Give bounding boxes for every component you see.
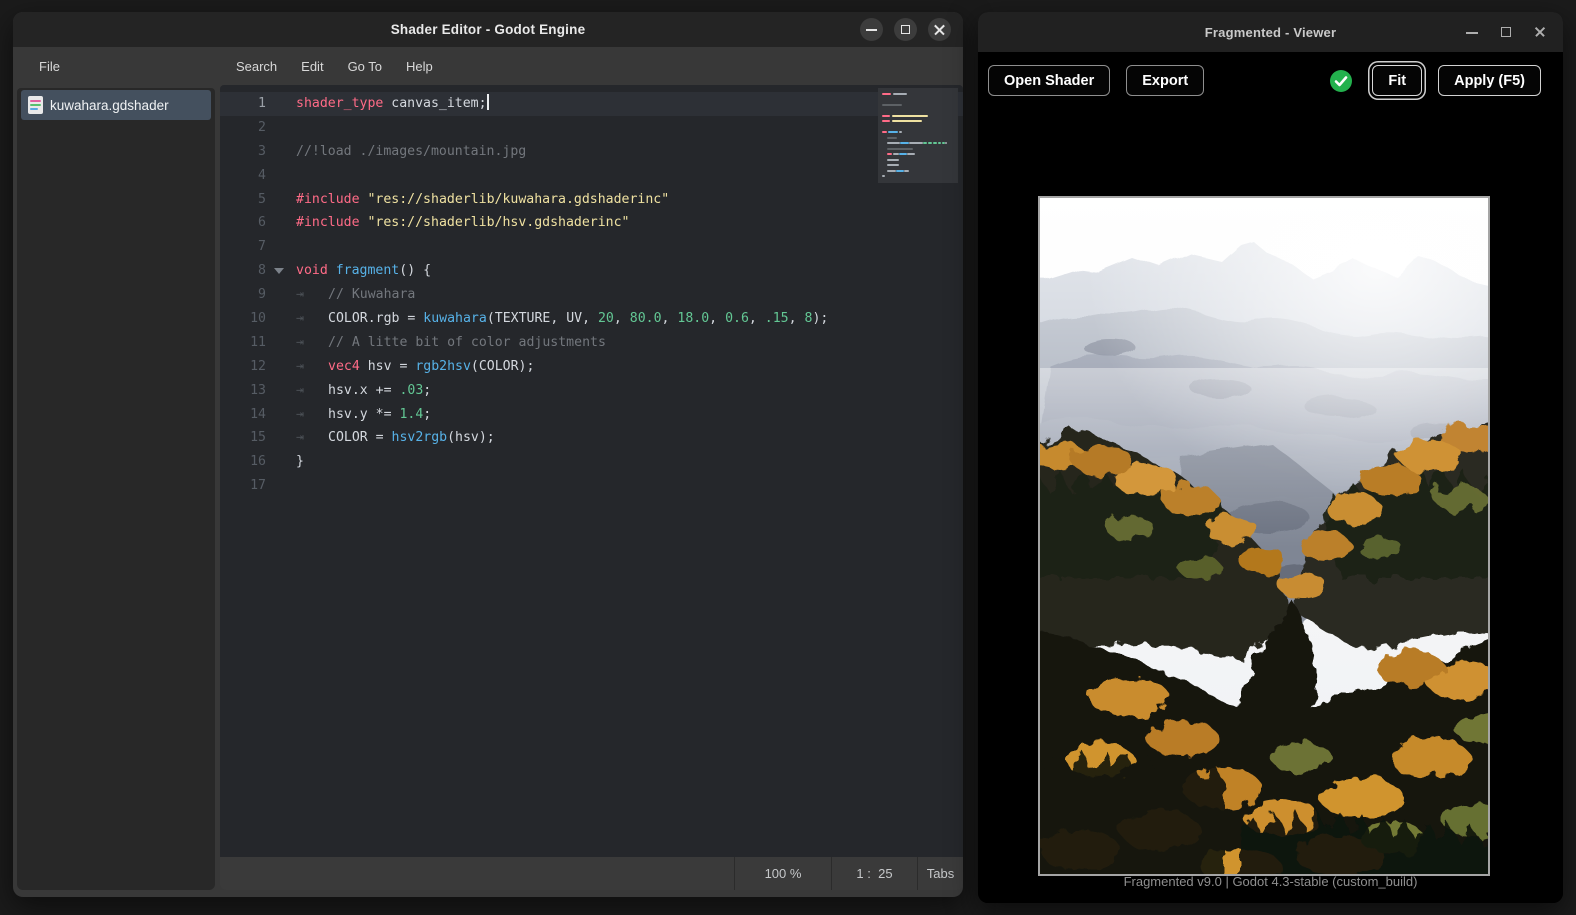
code-line[interactable]: 11⇥// A litte bit of color adjustments: [220, 331, 963, 355]
export-button[interactable]: Export: [1126, 65, 1204, 96]
indent-mode-indicator: Tabs: [917, 857, 963, 890]
line-number: 4: [220, 164, 266, 188]
menu-help[interactable]: Help: [394, 55, 445, 78]
tab-indent-marker: ⇥: [296, 283, 328, 307]
tab-indent-marker: ⇥: [296, 307, 328, 331]
line-number: 12: [220, 355, 266, 379]
shader-editor-window: Shader Editor - Godot Engine File Search…: [13, 12, 963, 897]
mountain-scene: [1040, 198, 1488, 874]
viewer-window: Fragmented - Viewer Open Shader Export F…: [978, 12, 1563, 903]
viewer-body: Open Shader Export Fit Apply (F5): [978, 52, 1563, 903]
close-button[interactable]: [1531, 23, 1549, 41]
line-number: 11: [220, 331, 266, 355]
code-minimap[interactable]: [878, 88, 958, 183]
tab-indent-marker: ⇥: [296, 426, 328, 450]
code-line[interactable]: 17: [220, 474, 963, 498]
line-number: 7: [220, 235, 266, 259]
editor-statusbar: 100 % 1 : 25 Tabs: [220, 857, 963, 890]
code-line[interactable]: 10⇥COLOR.rgb = kuwahara(TEXTURE, UV, 20,…: [220, 307, 963, 331]
minimize-button[interactable]: [860, 18, 883, 41]
line-number: 9: [220, 283, 266, 307]
file-name: kuwahara.gdshader: [50, 98, 169, 113]
tab-indent-marker: ⇥: [296, 331, 328, 355]
menu-edit[interactable]: Edit: [289, 55, 335, 78]
line-number: 15: [220, 426, 266, 450]
line-number: 6: [220, 211, 266, 235]
line-number: 17: [220, 474, 266, 498]
maximize-icon: [1501, 27, 1511, 37]
minimize-icon: [866, 29, 877, 31]
maximize-button[interactable]: [1497, 23, 1515, 41]
code-line[interactable]: 15⇥COLOR = hsv2rgb(hsv);: [220, 426, 963, 450]
viewer-toolbar: Open Shader Export Fit Apply (F5): [988, 65, 1541, 96]
code-line[interactable]: 5#include "res://shaderlib/kuwahara.gdsh…: [220, 188, 963, 212]
tab-indent-marker: ⇥: [296, 379, 328, 403]
viewer-version-text: Fragmented v9.0 | Godot 4.3-stable (cust…: [978, 874, 1563, 889]
editor-titlebar[interactable]: Shader Editor - Godot Engine: [13, 12, 963, 47]
viewer-titlebar[interactable]: Fragmented - Viewer: [978, 12, 1563, 52]
line-number: 16: [220, 450, 266, 474]
tab-indent-marker: ⇥: [296, 403, 328, 427]
line-number: 1: [220, 92, 266, 116]
editor-menubar: File SearchEditGo ToHelp: [13, 47, 963, 85]
viewer-window-title: Fragmented - Viewer: [1205, 25, 1336, 40]
line-number: 5: [220, 188, 266, 212]
fold-arrow-icon[interactable]: [274, 268, 284, 274]
code-lines: 1shader_type canvas_item;23//!load ./ima…: [220, 92, 963, 498]
code-line[interactable]: 2: [220, 116, 963, 140]
editor-body: kuwahara.gdshader 1shader_type canvas_it…: [13, 85, 963, 897]
maximize-icon: [901, 25, 910, 34]
line-number: 3: [220, 140, 266, 164]
code-line[interactable]: 1shader_type canvas_item;: [220, 92, 963, 116]
line-number: 2: [220, 116, 266, 140]
code-line[interactable]: 14⇥hsv.y *= 1.4;: [220, 403, 963, 427]
code-line[interactable]: 7: [220, 235, 963, 259]
code-line[interactable]: 6#include "res://shaderlib/hsv.gdshaderi…: [220, 211, 963, 235]
shader-preview-image: [1038, 196, 1490, 876]
file-item-kuwahara.gdshader[interactable]: kuwahara.gdshader: [21, 90, 211, 120]
apply-button[interactable]: Apply (F5): [1438, 65, 1541, 96]
maximize-button[interactable]: [894, 18, 917, 41]
code-line[interactable]: 3//!load ./images/mountain.jpg: [220, 140, 963, 164]
editor-window-title: Shader Editor - Godot Engine: [391, 22, 586, 37]
file-panel: kuwahara.gdshader: [17, 88, 215, 890]
close-button[interactable]: [928, 18, 951, 41]
code-line[interactable]: 12⇥vec4 hsv = rgb2hsv(COLOR);: [220, 355, 963, 379]
menu-file[interactable]: File: [27, 55, 72, 78]
minimize-button[interactable]: [1463, 23, 1481, 41]
menu-search[interactable]: Search: [224, 55, 289, 78]
code-line[interactable]: 13⇥hsv.x += .03;: [220, 379, 963, 403]
line-number: 13: [220, 379, 266, 403]
editor-menu-group: SearchEditGo ToHelp: [224, 55, 445, 78]
shader-file-icon: [28, 96, 43, 114]
shader-ok-check-icon: [1330, 70, 1352, 92]
code-editor[interactable]: 1shader_type canvas_item;23//!load ./ima…: [220, 85, 963, 857]
code-line[interactable]: 8void fragment() {: [220, 259, 963, 283]
line-number: 10: [220, 307, 266, 331]
code-line[interactable]: 4: [220, 164, 963, 188]
desktop: Shader Editor - Godot Engine File Search…: [0, 0, 1576, 915]
viewer-window-controls: [1463, 12, 1549, 52]
minimize-icon: [1466, 32, 1478, 34]
tab-indent-marker: ⇥: [296, 355, 328, 379]
cursor-position-indicator: 1 : 25: [831, 857, 917, 890]
text-caret: [487, 94, 489, 110]
open-shader-button[interactable]: Open Shader: [988, 65, 1110, 96]
menu-go-to[interactable]: Go To: [336, 55, 394, 78]
fit-button[interactable]: Fit: [1372, 65, 1422, 96]
line-number: 8: [220, 259, 266, 283]
code-line[interactable]: 16}: [220, 450, 963, 474]
code-line[interactable]: 9⇥// Kuwahara: [220, 283, 963, 307]
zoom-indicator: 100 %: [734, 857, 831, 890]
line-number: 14: [220, 403, 266, 427]
editor-window-controls: [860, 12, 951, 47]
